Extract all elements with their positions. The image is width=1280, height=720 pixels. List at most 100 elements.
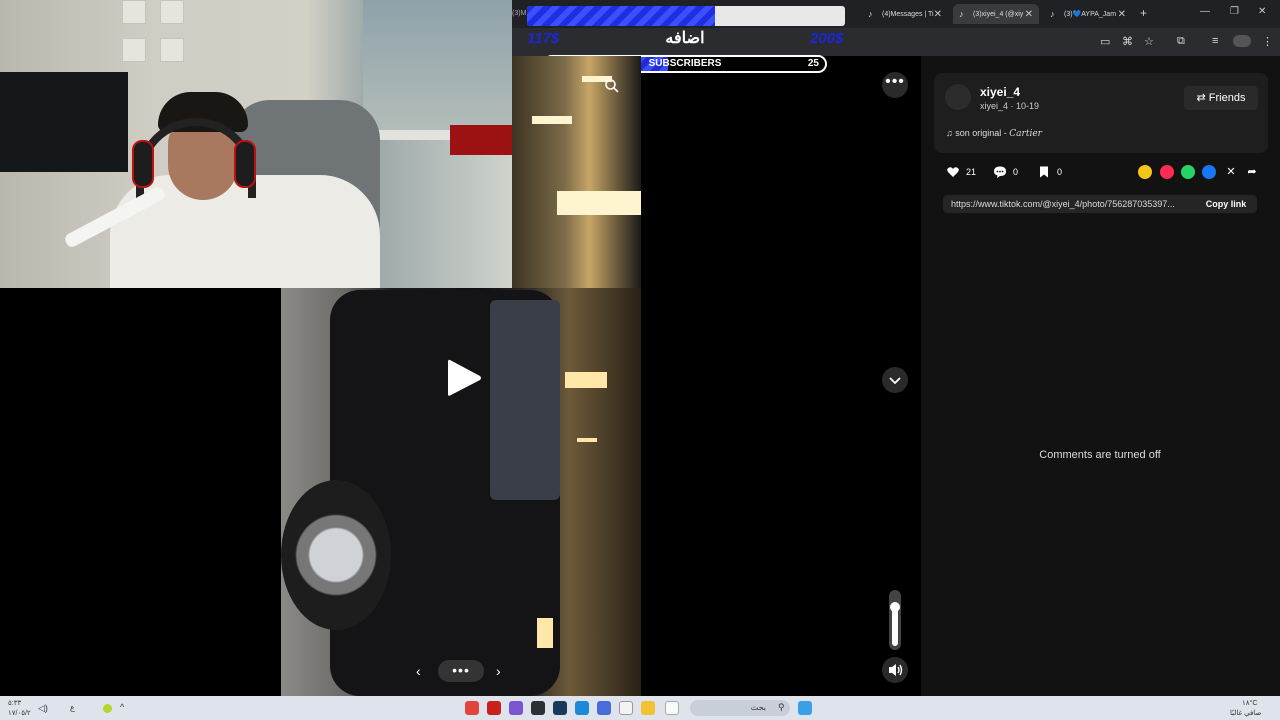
search-icon[interactable] — [604, 78, 620, 94]
menu-dots-icon[interactable]: ⋮ — [1262, 35, 1273, 48]
whatsapp-icon[interactable] — [1181, 165, 1195, 179]
tab-label: (4)Messages | Ti — [882, 10, 934, 18]
discord-icon[interactable] — [509, 701, 523, 715]
donation-goal-fill — [527, 6, 715, 26]
browser-toolbar — [512, 28, 1280, 56]
close-icon[interactable]: ✕ — [1118, 9, 1126, 20]
music-line[interactable]: ♫ son original - Cartier — [946, 128, 1042, 139]
goal-current-amount: 117$ — [527, 30, 560, 47]
language-indicator[interactable]: ع — [70, 703, 75, 712]
music-title: son original - — [955, 128, 1010, 138]
app-icon[interactable] — [597, 701, 611, 715]
store-icon[interactable] — [619, 701, 633, 715]
webcam-shelf — [160, 0, 184, 24]
next-photo-icon[interactable]: › — [496, 663, 501, 679]
tab-label: (3)💙AYPA_Jam — [1064, 11, 1117, 18]
steam-icon[interactable] — [553, 701, 567, 715]
comments-off-notice: Comments are turned off — [1039, 449, 1161, 461]
weather-temp[interactable]: ١٨°C — [1242, 699, 1257, 707]
share-coin-icon[interactable] — [1138, 165, 1152, 179]
save-count: 0 — [1057, 167, 1063, 177]
share-send-icon[interactable] — [1160, 165, 1174, 179]
subscriber-target: 25 — [807, 58, 819, 69]
webcam-tv — [0, 72, 128, 172]
webcam-wall — [363, 0, 512, 135]
facebook-icon[interactable] — [1202, 165, 1216, 179]
tiktok-icon: ♪ — [959, 9, 964, 19]
next-video-button[interactable] — [882, 367, 908, 393]
extensions-icon[interactable]: ⧉ — [1177, 35, 1185, 48]
media-control-icon[interactable]: ≡ — [1212, 35, 1218, 47]
maximize-icon[interactable]: ❐ — [1230, 6, 1239, 17]
app-icon[interactable] — [665, 701, 679, 715]
close-window-icon[interactable]: ✕ — [1258, 6, 1266, 17]
profile-avatar[interactable] — [1233, 35, 1251, 47]
bookmark-star-icon[interactable]: ☆ — [1144, 35, 1154, 48]
webcam-shelf — [122, 38, 146, 62]
tab-stub[interactable]: (3)Mes — [512, 0, 526, 28]
taskbar-clock-date: ١٧/٠٥/٢ — [8, 710, 31, 717]
play-icon[interactable] — [444, 356, 484, 400]
friends-button[interactable]: ⇄ Friends — [1184, 86, 1258, 110]
volume-button[interactable] — [882, 657, 908, 683]
prev-photo-icon[interactable]: ‹ — [416, 663, 421, 679]
building-light — [565, 372, 607, 388]
screen: (3)Mes ♪ (4)Messages | Ti ✕ ♪ (3)xiyei_4… — [0, 0, 1280, 720]
edge-icon[interactable] — [575, 701, 589, 715]
close-icon[interactable]: ✕ — [1025, 9, 1033, 20]
webcam-shelf — [160, 38, 184, 62]
share-link-field[interactable]: https://www.tiktok.com/@xiyei_4/photo/75… — [943, 195, 1195, 213]
heart-icon — [947, 167, 959, 177]
chrome-icon[interactable] — [465, 701, 479, 715]
cast-icon[interactable]: ▭ — [1100, 35, 1110, 48]
like-count: 21 — [966, 167, 977, 177]
tab-label: (3)xiyei_4 (@xiy — [973, 10, 1024, 18]
username[interactable]: xiyei_4 — [980, 85, 1020, 99]
user-meta: xiyei_4 · 10-19 — [980, 101, 1040, 111]
webcam-red-object — [450, 125, 512, 155]
car-window — [490, 300, 560, 500]
x-icon[interactable]: ✕ — [1224, 165, 1238, 179]
building-light — [557, 191, 641, 215]
minimize-icon[interactable]: — — [1200, 6, 1210, 17]
volume-tray-icon[interactable]: ◁) — [38, 703, 48, 714]
avatar[interactable] — [945, 84, 971, 110]
terminal-icon[interactable] — [531, 701, 545, 715]
tab-messages[interactable]: ♪ (4)Messages | Ti ✕ — [862, 4, 948, 24]
file-explorer-icon[interactable] — [641, 701, 655, 715]
windows-start-icon[interactable] — [798, 701, 812, 715]
taskbar-clock-time: ٥:٣٣ — [8, 700, 22, 707]
share-arrow-icon[interactable]: ➦ — [1245, 165, 1259, 179]
new-tab-button[interactable]: + — [1140, 6, 1147, 20]
tab-aypa[interactable]: ♪ (3)💙AYPA_Jam ✕ — [1044, 4, 1132, 24]
volume-slider[interactable] — [889, 590, 901, 650]
chevron-down-icon — [889, 377, 901, 385]
building-light — [532, 116, 572, 124]
search-icon: ⚲ — [778, 702, 785, 712]
volume-slider-knob[interactable] — [890, 602, 900, 612]
tiktok-icon: ♪ — [868, 9, 873, 19]
copy-link-button[interactable]: Copy link — [1195, 195, 1257, 213]
save-stat[interactable]: 0 — [1037, 165, 1062, 179]
comment-stat[interactable]: 0 — [993, 165, 1018, 179]
photo-dots-button[interactable]: ••• — [438, 660, 484, 682]
recorder-icon[interactable] — [487, 701, 501, 715]
more-options-button[interactable]: ••• — [882, 72, 908, 98]
bookmark-icon — [1040, 166, 1048, 178]
goal-title: اضافه — [665, 30, 705, 47]
translate-icon[interactable]: ⌘ — [1122, 35, 1133, 48]
music-note-icon: ♫ — [946, 128, 956, 138]
webcam-shelf — [122, 0, 146, 24]
music-artist: Cartier — [1009, 129, 1042, 139]
tray-expand-icon[interactable]: ^ — [120, 702, 124, 712]
comment-count: 0 — [1013, 167, 1019, 177]
building-light — [537, 618, 553, 648]
close-icon[interactable]: ✕ — [934, 9, 942, 20]
car-wheel — [281, 480, 391, 630]
taskbar-search[interactable]: بحث — [690, 700, 790, 716]
like-stat[interactable]: 21 — [946, 165, 976, 179]
tray-app-icon[interactable] — [103, 704, 112, 713]
photo-slide[interactable] — [281, 288, 641, 696]
goal-target-amount: 200$ — [810, 30, 844, 47]
tab-xiyei-profile[interactable]: ♪ (3)xiyei_4 (@xiy ✕ — [953, 4, 1039, 24]
